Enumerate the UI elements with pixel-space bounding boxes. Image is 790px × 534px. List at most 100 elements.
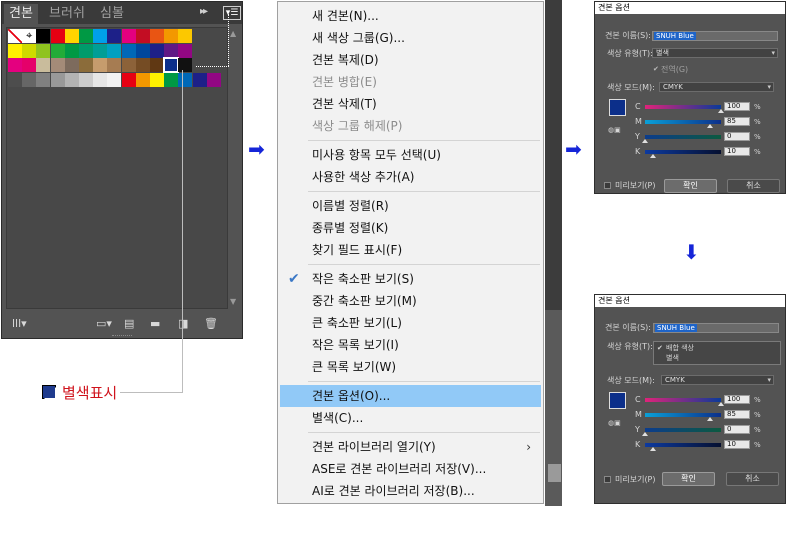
panel-menu-button[interactable]: ▾☰ — [223, 6, 241, 20]
swatch[interactable] — [107, 43, 122, 58]
color-type-select[interactable]: 별색 — [652, 48, 778, 58]
new-color-group-icon[interactable]: ▬ — [150, 317, 160, 331]
color-mode-select[interactable]: CMYK — [659, 82, 774, 92]
swatch[interactable] — [79, 58, 93, 72]
swatch[interactable] — [64, 43, 79, 58]
tab-symbols[interactable]: 심볼 — [94, 4, 130, 24]
menu-item[interactable]: 종류별 정렬(K) — [280, 217, 541, 239]
color-type-option[interactable]: ✔ 배합 색상 — [654, 343, 780, 353]
channel-slider[interactable] — [645, 428, 721, 432]
menu-item[interactable]: 새 견본(N)... — [280, 5, 541, 27]
swatch[interactable] — [192, 72, 207, 87]
scroll-up-icon[interactable]: ▲ — [230, 29, 236, 38]
menu-item[interactable]: 색상 그룹 해제(P) — [280, 115, 541, 137]
spot-swatch-selected[interactable] — [163, 57, 180, 73]
new-swatch-icon[interactable]: ◨ — [178, 317, 188, 331]
menu-item[interactable]: 큰 축소판 보기(L) — [280, 312, 541, 334]
swatch[interactable] — [64, 58, 79, 72]
tab-swatches[interactable]: 견본 — [4, 4, 38, 24]
menu-item[interactable]: 작은 축소판 보기(S) ✔ — [280, 268, 541, 290]
swatch[interactable] — [135, 29, 150, 43]
swatch[interactable] — [50, 58, 65, 72]
swatch[interactable] — [164, 72, 179, 87]
menu-item[interactable]: 중간 축소판 보기(M) — [280, 290, 541, 312]
swatch[interactable] — [121, 58, 136, 72]
swatch[interactable] — [22, 58, 37, 72]
swatch-name-input[interactable]: SNUH Blue — [652, 31, 778, 41]
swatch[interactable] — [8, 58, 22, 72]
swatch[interactable] — [50, 29, 65, 43]
swatch[interactable] — [93, 43, 108, 58]
preview-checkbox[interactable] — [604, 476, 611, 483]
show-kinds-icon[interactable]: ▭▾ — [96, 317, 112, 331]
slider-thumb[interactable] — [649, 154, 656, 158]
registration-swatch[interactable]: ⌖ — [22, 29, 37, 43]
swatch[interactable] — [36, 43, 51, 58]
swatch[interactable] — [206, 72, 221, 87]
color-mode-select[interactable]: CMYK — [661, 375, 774, 385]
slider-thumb[interactable] — [642, 139, 648, 143]
slider-thumb[interactable] — [706, 417, 713, 421]
swatch[interactable] — [107, 72, 122, 87]
swatch[interactable] — [8, 72, 22, 87]
swatch[interactable] — [164, 43, 179, 58]
preview-checkbox[interactable] — [604, 182, 611, 189]
swatch[interactable] — [121, 43, 136, 58]
swatch[interactable] — [178, 29, 193, 43]
menu-item[interactable]: 사용한 색상 추가(A) — [280, 166, 541, 188]
color-type-dropdown[interactable]: ✔ 배합 색상 별색 — [653, 341, 781, 365]
channel-value-input[interactable]: 0 — [724, 132, 750, 141]
channel-slider[interactable] — [645, 105, 721, 109]
delete-swatch-icon[interactable]: 🗑 — [204, 317, 218, 331]
swatch[interactable] — [93, 58, 108, 72]
swatch[interactable] — [135, 43, 150, 58]
menu-item[interactable]: ASE로 견본 라이브러리 저장(V)... — [280, 458, 541, 480]
color-type-option[interactable]: 별색 — [654, 353, 780, 363]
swatch[interactable] — [150, 58, 164, 72]
swatch[interactable] — [93, 29, 108, 43]
swatch[interactable] — [164, 29, 179, 43]
swatch[interactable] — [178, 43, 193, 58]
channel-value-input[interactable]: 0 — [724, 425, 750, 434]
swatch[interactable] — [79, 29, 93, 43]
menu-item[interactable]: 새 색상 그룹(G)... — [280, 27, 541, 49]
swatch[interactable] — [178, 72, 193, 87]
channel-value-input[interactable]: 85 — [724, 410, 750, 419]
swatch[interactable] — [64, 72, 79, 87]
menu-item[interactable]: 견본 라이브러리 열기(Y) › — [280, 436, 541, 458]
menu-item[interactable]: 큰 목록 보기(W) — [280, 356, 541, 378]
menu-item[interactable]: 견본 옵션(O)... — [280, 385, 541, 407]
cancel-button[interactable]: 취소 — [727, 179, 780, 193]
scrollbar[interactable]: ▲ ▼ — [228, 27, 240, 309]
swatch[interactable] — [178, 58, 193, 72]
menu-item[interactable]: AI로 견본 라이브러리 저장(B)... — [280, 480, 541, 502]
swatch-name-input[interactable]: SNUH Blue — [653, 323, 779, 333]
ok-button[interactable]: 확인 — [662, 472, 715, 486]
swatch[interactable] — [150, 72, 164, 87]
channel-value-input[interactable]: 85 — [724, 117, 750, 126]
ok-button[interactable]: 확인 — [664, 179, 717, 193]
menu-item[interactable]: 찾기 필드 표시(F) — [280, 239, 541, 261]
swatch[interactable] — [107, 58, 122, 72]
swatch[interactable] — [150, 43, 164, 58]
slider-thumb[interactable] — [642, 432, 648, 436]
swatch[interactable] — [93, 72, 108, 87]
swatch[interactable] — [121, 72, 136, 87]
channel-slider[interactable] — [645, 135, 721, 139]
scroll-down-icon[interactable]: ▼ — [230, 297, 236, 306]
swatch[interactable] — [79, 43, 93, 58]
swatch[interactable] — [36, 58, 51, 72]
menu-item[interactable]: 견본 복제(D) — [280, 49, 541, 71]
menu-item[interactable]: 미사용 항목 모두 선택(U) — [280, 144, 541, 166]
swatch[interactable] — [36, 72, 51, 87]
tab-brushes[interactable]: 브러쉬 — [44, 4, 90, 24]
none-swatch[interactable] — [8, 29, 22, 43]
swatch[interactable] — [64, 29, 79, 43]
swatch-libraries-icon[interactable]: lll▾ — [12, 317, 27, 331]
swatch[interactable] — [107, 29, 122, 43]
swatch[interactable] — [150, 29, 164, 43]
swatch[interactable] — [8, 43, 22, 58]
swatch[interactable] — [79, 72, 93, 87]
global-checkbox[interactable]: ✔ — [653, 66, 660, 73]
slider-thumb[interactable] — [706, 124, 713, 128]
